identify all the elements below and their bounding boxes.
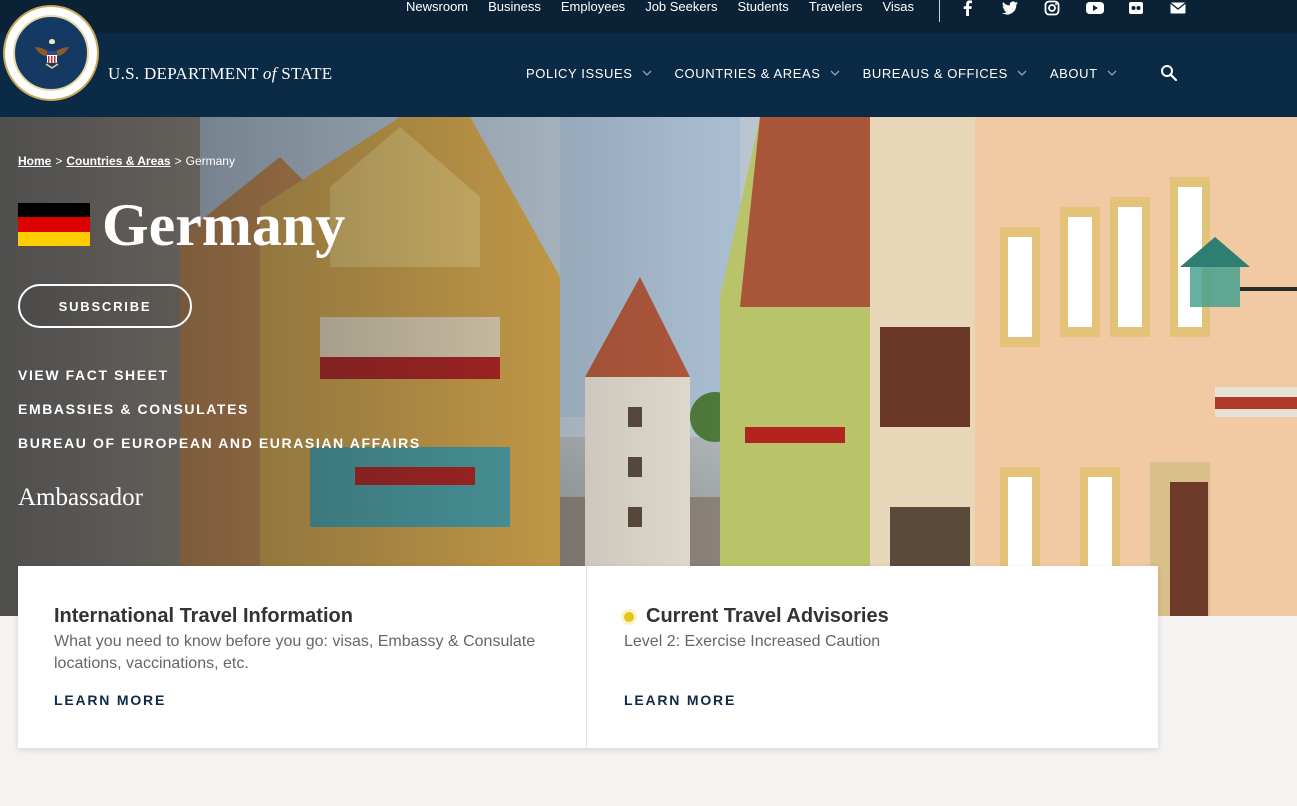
department-seal-logo[interactable] <box>3 5 99 101</box>
chevron-down-icon <box>830 70 840 76</box>
country-quick-links: VIEW FACT SHEET EMBASSIES & CONSULATES B… <box>18 367 421 469</box>
utility-link-newsroom[interactable]: Newsroom <box>406 0 468 16</box>
travel-info-learn-more-link[interactable]: LEARN MORE <box>54 692 166 708</box>
flickr-icon[interactable] <box>1128 0 1170 16</box>
site-brand-name[interactable]: U.S. DEPARTMENT of STATE <box>108 64 332 84</box>
travel-info-card[interactable]: International Travel Information What yo… <box>18 566 587 748</box>
youtube-icon[interactable] <box>1086 0 1128 16</box>
travel-advisories-title[interactable]: Current Travel Advisories <box>646 605 889 628</box>
ambassador-heading: Ambassador <box>18 484 143 511</box>
utility-link-students[interactable]: Students <box>737 0 788 16</box>
travel-cards: International Travel Information What yo… <box>18 566 1158 748</box>
breadcrumb-current: Germany <box>185 154 235 168</box>
chevron-down-icon <box>1107 70 1117 76</box>
utility-bar: Newsroom Business Employees Job Seekers … <box>0 0 1297 33</box>
email-icon[interactable] <box>1170 0 1212 16</box>
utility-link-visas[interactable]: Visas <box>882 0 914 16</box>
nav-policy-issues[interactable]: POLICY ISSUES <box>526 66 652 81</box>
site-header: Newsroom Business Employees Job Seekers … <box>0 0 1297 117</box>
breadcrumb-separator: > <box>174 154 182 168</box>
seal-emblem <box>13 15 89 91</box>
page-title: Germany <box>102 192 346 258</box>
utility-divider <box>939 0 940 22</box>
nav-countries-areas[interactable]: COUNTRIES & AREAS <box>675 66 840 81</box>
flag-stripe-gold <box>18 231 90 246</box>
travel-advisories-card[interactable]: Current Travel Advisories Level 2: Exerc… <box>588 566 1158 748</box>
utility-link-business[interactable]: Business <box>488 0 541 16</box>
flag-stripe-red <box>18 217 90 232</box>
twitter-icon[interactable] <box>1002 0 1044 16</box>
travel-info-title[interactable]: International Travel Information <box>54 605 353 628</box>
brand-of: of <box>262 64 277 83</box>
embassies-consulates-link[interactable]: EMBASSIES & CONSULATES <box>18 401 421 435</box>
instagram-icon[interactable] <box>1044 0 1086 16</box>
utility-link-travelers[interactable]: Travelers <box>809 0 863 16</box>
breadcrumb-countries-areas[interactable]: Countries & Areas <box>66 154 170 168</box>
nav-label: BUREAUS & OFFICES <box>862 66 1008 81</box>
travel-info-description: What you need to know before you go: vis… <box>54 633 536 672</box>
chevron-down-icon <box>1017 70 1027 76</box>
brand-prefix: U.S. DEPARTMENT <box>108 64 263 83</box>
social-links <box>960 0 1212 16</box>
flag-stripe-black <box>18 203 90 218</box>
subscribe-button[interactable]: SUBSCRIBE <box>18 284 192 328</box>
brand-suffix: STATE <box>276 64 333 83</box>
advisory-level-indicator-icon <box>624 612 634 622</box>
utility-link-job-seekers[interactable]: Job Seekers <box>645 0 717 16</box>
facebook-icon[interactable] <box>960 0 1002 16</box>
utility-nav: Newsroom Business Employees Job Seekers … <box>406 0 934 16</box>
utility-link-employees[interactable]: Employees <box>561 0 625 16</box>
bureau-european-eurasian-link[interactable]: BUREAU OF EUROPEAN AND EURASIAN AFFAIRS <box>18 435 421 469</box>
nav-bureaus-offices[interactable]: BUREAUS & OFFICES <box>863 66 1027 81</box>
breadcrumb: Home > Countries & Areas > Germany <box>18 154 235 168</box>
germany-flag-icon <box>18 203 90 246</box>
breadcrumb-home[interactable]: Home <box>18 154 51 168</box>
advisories-learn-more-link[interactable]: LEARN MORE <box>624 692 736 708</box>
main-nav: POLICY ISSUES COUNTRIES & AREAS BUREAUS … <box>526 66 1140 81</box>
view-fact-sheet-link[interactable]: VIEW FACT SHEET <box>18 367 421 401</box>
nav-label: COUNTRIES & AREAS <box>674 66 821 81</box>
eagle-icon <box>35 39 69 69</box>
nav-label: POLICY ISSUES <box>526 66 633 81</box>
advisory-level-text: Level 2: Exercise Increased Caution <box>624 633 881 650</box>
breadcrumb-separator: > <box>55 154 63 168</box>
nav-label: ABOUT <box>1049 66 1098 81</box>
nav-about[interactable]: ABOUT <box>1050 66 1117 81</box>
chevron-down-icon <box>642 70 652 76</box>
search-icon[interactable] <box>1160 64 1178 82</box>
